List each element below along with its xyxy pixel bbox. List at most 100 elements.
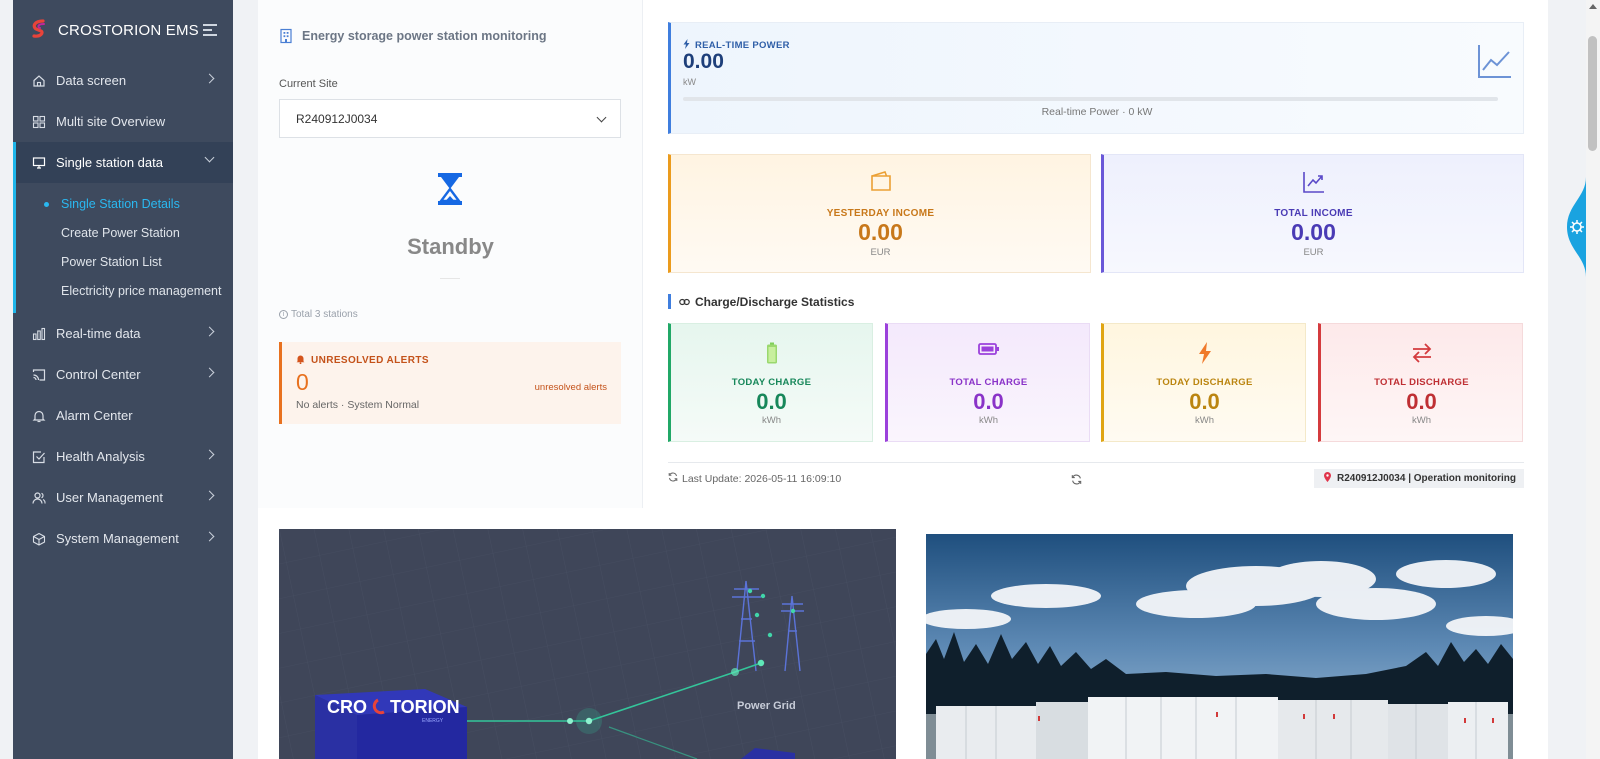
site-chip: R240912J0034 | Operation monitoring — [1314, 469, 1524, 488]
station-heading: Energy storage power station monitoring — [279, 28, 546, 44]
sidebar-item-user-management[interactable]: User Management — [13, 477, 233, 518]
sidebar-item-label: Alarm Center — [56, 408, 133, 423]
today-discharge-card: TODAY DISCHARGE 0.0 kWh — [1101, 323, 1306, 442]
total-charge-value: 0.0 — [973, 389, 1004, 414]
brand-name: CROSTORION EMS — [58, 21, 199, 39]
users-icon — [32, 491, 46, 505]
location-pin-icon — [1324, 472, 1332, 485]
total-charge-label: TOTAL CHARGE — [949, 377, 1028, 388]
battery-containers — [936, 697, 1508, 759]
yesterday-income-unit: EUR — [870, 247, 891, 258]
hourglass-icon — [438, 173, 462, 205]
realtime-power-value: 0.00 — [683, 50, 724, 73]
chevron-right-icon — [204, 367, 215, 378]
sidebar-item-real-time-data[interactable]: Real-time data — [13, 313, 233, 354]
bell-icon — [32, 409, 46, 423]
chevron-right-icon — [204, 326, 215, 337]
station-heading-text: Energy storage power station monitoring — [302, 29, 547, 43]
sidebar-item-label: Health Analysis — [56, 449, 145, 464]
yesterday-income-card: YESTERDAY INCOME 0.00 EUR — [668, 154, 1091, 273]
crostorion-logo-icon — [32, 19, 45, 38]
station-status-column: Energy storage power station monitoring … — [258, 0, 643, 508]
monitor-icon — [32, 156, 46, 170]
total-income-unit: EUR — [1303, 247, 1324, 258]
submenu-item-create-power-station[interactable]: Create Power Station — [16, 218, 233, 247]
visual-panel: CRO TORION ENERGY Power Grid — [258, 508, 1548, 759]
page-scrollbar[interactable] — [1586, 0, 1600, 759]
last-update-text: Last Update: 2026-05-11 16:09:10 — [682, 472, 842, 485]
metrics-area: REAL-TIME POWER 0.00 kW Real-time Power … — [643, 0, 1548, 508]
total-income-card: TOTAL INCOME 0.00 EUR — [1101, 154, 1524, 273]
submenu-item-power-station-list[interactable]: Power Station List — [16, 247, 233, 276]
submenu-item-electricity-price[interactable]: Electricity price management — [16, 276, 233, 305]
scroll-up-arrow-icon[interactable] — [1589, 4, 1597, 9]
diagram-logo-part1: CRO — [327, 697, 367, 717]
sidebar-item-label: Single station data — [56, 155, 163, 170]
current-site-select[interactable]: R240912J0034 — [279, 99, 621, 138]
total-stations-text: Total 3 stations — [291, 309, 358, 320]
total-discharge-label: TOTAL DISCHARGE — [1374, 377, 1469, 388]
battery-storage-image — [926, 534, 1513, 759]
realtime-power-progress — [683, 97, 1498, 101]
menu-toggle-icon[interactable] — [203, 24, 217, 36]
yesterday-income-label: YESTERDAY INCOME — [826, 208, 935, 219]
total-discharge-card: TOTAL DISCHARGE 0.0 kWh — [1318, 323, 1523, 442]
site-chip-text: R240912J0034 | Operation monitoring — [1337, 473, 1516, 484]
submenu-item-single-station-details[interactable]: Single Station Details — [16, 189, 233, 218]
battery-full-icon — [671, 342, 872, 364]
station-overview-panel: Energy storage power station monitoring … — [258, 0, 1548, 508]
cast-icon — [32, 368, 46, 382]
bar-chart-icon — [32, 327, 46, 341]
sidebar-item-health-analysis[interactable]: Health Analysis — [13, 436, 233, 477]
alert-note: No alerts · System Normal — [296, 399, 420, 411]
check-square-icon — [32, 450, 46, 464]
chevron-down-icon — [204, 152, 215, 163]
station-status-text: Standby — [407, 234, 494, 259]
scrollbar-thumb[interactable] — [1588, 36, 1597, 151]
sidebar-item-multi-site-overview[interactable]: Multi site Overview — [13, 101, 233, 142]
sidebar-item-label: User Management — [56, 490, 163, 505]
exchange-arrows-icon — [1321, 342, 1522, 364]
energy-flow-graphic: CRO TORION ENERGY Power Grid — [279, 529, 896, 759]
total-income-label: TOTAL INCOME — [1274, 208, 1353, 219]
diagram-logo-sub: ENERGY — [422, 718, 444, 724]
charge-discharge-heading-text: Charge/Discharge Statistics — [695, 294, 855, 309]
battery-storage-photo — [926, 534, 1513, 759]
unresolved-alerts-card[interactable]: UNRESOLVED ALERTS 0 unresolved alerts No… — [279, 342, 621, 424]
sidebar: CROSTORION EMS Data screen Multi site Ov… — [13, 0, 233, 759]
sidebar-item-data-screen[interactable]: Data screen — [13, 60, 233, 101]
realtime-power-unit: kW — [683, 77, 696, 87]
total-discharge-value: 0.0 — [1406, 389, 1437, 414]
sidebar-item-control-center[interactable]: Control Center — [13, 354, 233, 395]
grid-icon — [32, 115, 46, 129]
alert-count: 0 — [296, 369, 309, 395]
total-income-value: 0.00 — [1291, 219, 1336, 245]
charge-discharge-heading: Charge/Discharge Statistics — [668, 294, 854, 309]
energy-flow-diagram: CRO TORION ENERGY Power Grid — [279, 529, 896, 759]
info-icon: i — [279, 310, 288, 319]
alert-title-text: UNRESOLVED ALERTS — [311, 355, 429, 366]
sidebar-item-alarm-center[interactable]: Alarm Center — [13, 395, 233, 436]
refresh-button[interactable] — [1071, 472, 1082, 490]
today-charge-unit: kWh — [762, 415, 781, 426]
sidebar-item-single-station-data[interactable]: Single station data — [13, 142, 233, 183]
chevron-right-icon — [204, 73, 215, 84]
today-charge-value: 0.0 — [756, 389, 787, 414]
sidebar-item-label: System Management — [56, 531, 179, 546]
brand: CROSTORION EMS — [13, 0, 233, 60]
chevron-right-icon — [204, 449, 215, 460]
sidebar-submenu: Single Station Details Create Power Stat… — [13, 183, 233, 313]
refresh-small-icon — [668, 472, 678, 485]
current-site-value: R240912J0034 — [296, 111, 378, 126]
trend-up-icon — [1104, 170, 1523, 194]
chevron-right-icon — [204, 490, 215, 501]
sidebar-item-system-management[interactable]: System Management — [13, 518, 233, 559]
alert-title: UNRESOLVED ALERTS — [296, 354, 429, 367]
today-charge-card: TODAY CHARGE 0.0 kWh — [668, 323, 873, 442]
today-discharge-unit: kWh — [1195, 415, 1214, 426]
chevron-down-icon — [596, 112, 607, 123]
home-icon — [32, 74, 46, 88]
link-icon — [679, 295, 690, 309]
settings-drawer-tab[interactable] — [1565, 177, 1586, 277]
power-grid-label: Power Grid — [737, 700, 796, 712]
